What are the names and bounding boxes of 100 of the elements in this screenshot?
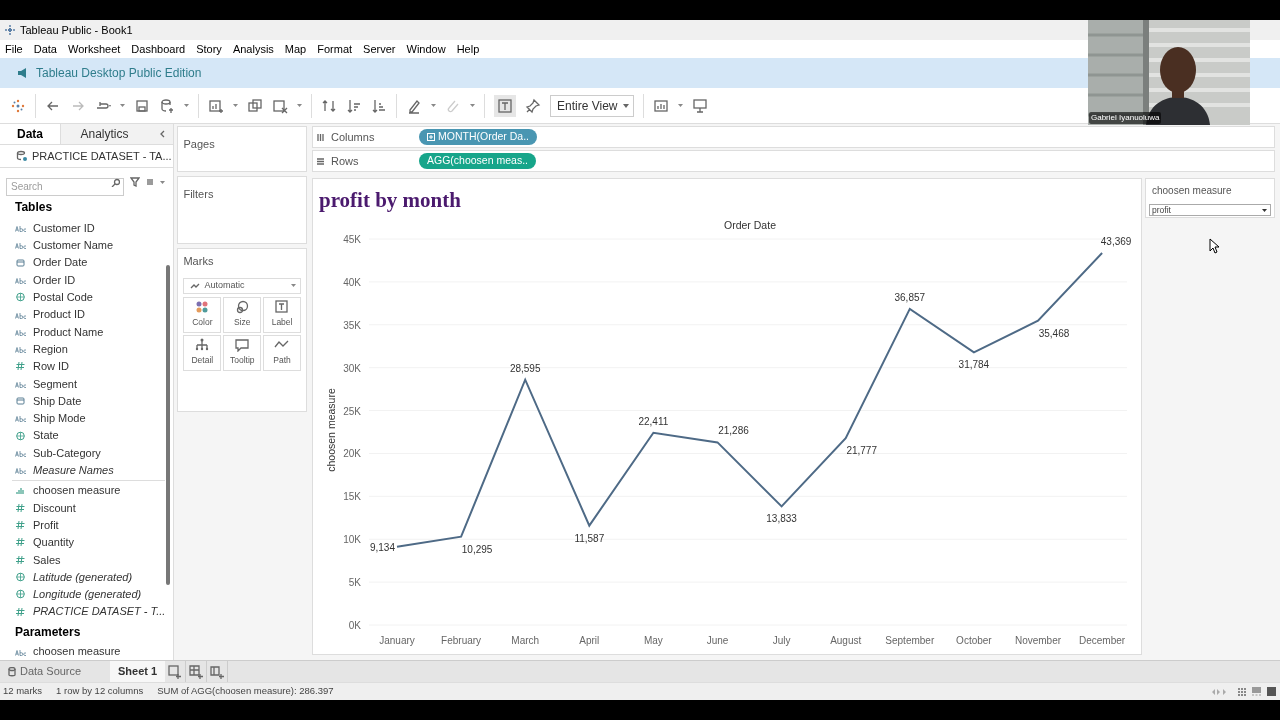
field-item[interactable]: State [33,427,59,444]
parameter-dropdown[interactable]: profit [1149,204,1271,216]
field-item[interactable]: choosen measure [33,482,121,499]
grid-view-icon[interactable] [1238,687,1246,696]
category-label: October [956,635,992,646]
field-item[interactable]: Sub-Category [33,444,101,462]
field-item[interactable]: Row ID [33,358,70,375]
pane-tab[interactable]: Analytics [60,124,148,145]
field-item[interactable]: Order Date [33,254,88,271]
parameter-title: choosen measure [1151,184,1232,198]
menu-item[interactable]: Server [363,40,396,58]
clear-sheet-icon[interactable] [272,97,288,114]
show-labels-icon[interactable] [494,94,516,117]
marks-button[interactable]: Label [263,296,301,333]
new-sheet-icon[interactable] [168,664,183,679]
field-item[interactable]: Measure Names [33,462,114,479]
field-item[interactable]: Region [33,340,68,358]
save-icon[interactable] [134,97,150,114]
hash-icon [15,554,27,565]
category-label: July [772,635,791,646]
field-item[interactable]: Product ID [33,306,85,323]
duplicate-sheet-icon[interactable] [247,97,263,114]
field-item[interactable]: Customer ID [33,219,95,237]
axis-title: choosen measure [325,388,337,472]
data-label: 9,134 [369,541,395,553]
menu-item[interactable]: Format [317,40,353,58]
menu-item[interactable]: File [5,40,23,58]
field-item[interactable]: Ship Mode [33,410,86,427]
line-icon [190,281,201,290]
text: 5K [348,577,361,589]
category-label: April [579,635,600,646]
caret-icon[interactable] [120,104,125,107]
field-item[interactable]: Segment [33,375,78,393]
menu-item[interactable]: Data [33,40,57,58]
data-label: 21,286 [718,425,749,437]
caret-icon[interactable] [431,104,436,107]
menu-item[interactable]: Map [284,40,307,58]
sheet-tab[interactable]: Sheet 1 [110,661,166,682]
search-field[interactable]: Search [6,177,124,196]
field-item[interactable]: Quantity [33,534,74,551]
menu-item[interactable]: Story [196,40,222,58]
text: 10K [343,534,361,546]
caret-icon[interactable] [233,104,238,107]
pin-icon[interactable] [525,97,541,114]
mark-type-dropdown[interactable]: Automatic [183,277,301,294]
menu-item[interactable]: Help [456,40,480,58]
category-label: December [1079,635,1126,646]
hash-icon [15,606,27,617]
presentation-icon[interactable] [692,97,708,114]
caret-icon[interactable] [470,104,475,107]
caret-icon[interactable] [297,104,302,107]
field-item[interactable]: Product Name [33,323,104,341]
filter-icon[interactable] [130,177,140,188]
card-title: Marks [183,254,214,269]
marks-button[interactable]: Tooltip [223,334,262,371]
new-story-icon[interactable] [210,664,225,679]
menu-item[interactable]: Dashboard [131,40,186,58]
text-type-icon [15,275,27,285]
menu-item[interactable]: Analysis [232,40,274,58]
status-text: 1 row by 12 columns [56,684,144,699]
sort-ascending-icon[interactable] [346,97,362,114]
menu-item[interactable]: Worksheet [68,40,121,58]
marks-button[interactable]: Color [183,296,222,333]
marks-button[interactable]: Detail [183,334,222,371]
scrollbar-thumb[interactable] [166,265,171,586]
field-item[interactable]: Profit [33,516,59,534]
field-item[interactable]: Ship Date [33,392,82,410]
show-me-icon[interactable] [653,97,669,114]
field-item[interactable]: choosen measure [33,643,121,660]
marks-button[interactable]: Size [223,296,262,333]
text-type-icon [15,240,27,251]
data-label: 10,295 [461,543,493,555]
new-dashboard-icon[interactable] [189,664,204,679]
expand-icon [427,133,435,141]
field-item[interactable]: Latitude (generated) [33,568,133,586]
sort-descending-icon[interactable] [371,97,387,114]
view-options-icon[interactable] [146,177,154,188]
field-item[interactable]: Longitude (generated) [33,586,142,603]
text-type-icon [15,344,27,355]
globe-icon [15,430,27,441]
caret-icon[interactable] [678,104,683,107]
data-source-name[interactable]: PRACTICE DATASET - TA... [32,148,172,165]
field-item[interactable]: Discount [33,499,76,517]
caret-icon[interactable] [160,180,165,184]
app-logo-icon[interactable] [10,97,26,114]
field-item[interactable]: Postal Code [33,289,93,306]
filmstrip-view-icon[interactable] [1252,687,1261,696]
sheet-tab[interactable]: Data Source [0,661,100,682]
category-label: May [643,635,663,646]
field-item[interactable]: Sales [33,551,61,568]
menu-item[interactable]: Window [406,40,446,58]
new-worksheet-icon[interactable] [208,97,224,114]
caret-icon[interactable] [184,104,189,107]
collapse-icon[interactable] [159,130,166,139]
field-item[interactable]: PRACTICE DATASET - T... [33,603,166,620]
marks-button[interactable]: Path [263,334,301,371]
field-item[interactable]: Order ID [33,271,76,289]
new-data-source-icon[interactable] [159,97,175,114]
fit-dropdown[interactable]: Entire View [550,94,634,117]
field-item[interactable]: Customer Name [33,237,114,254]
